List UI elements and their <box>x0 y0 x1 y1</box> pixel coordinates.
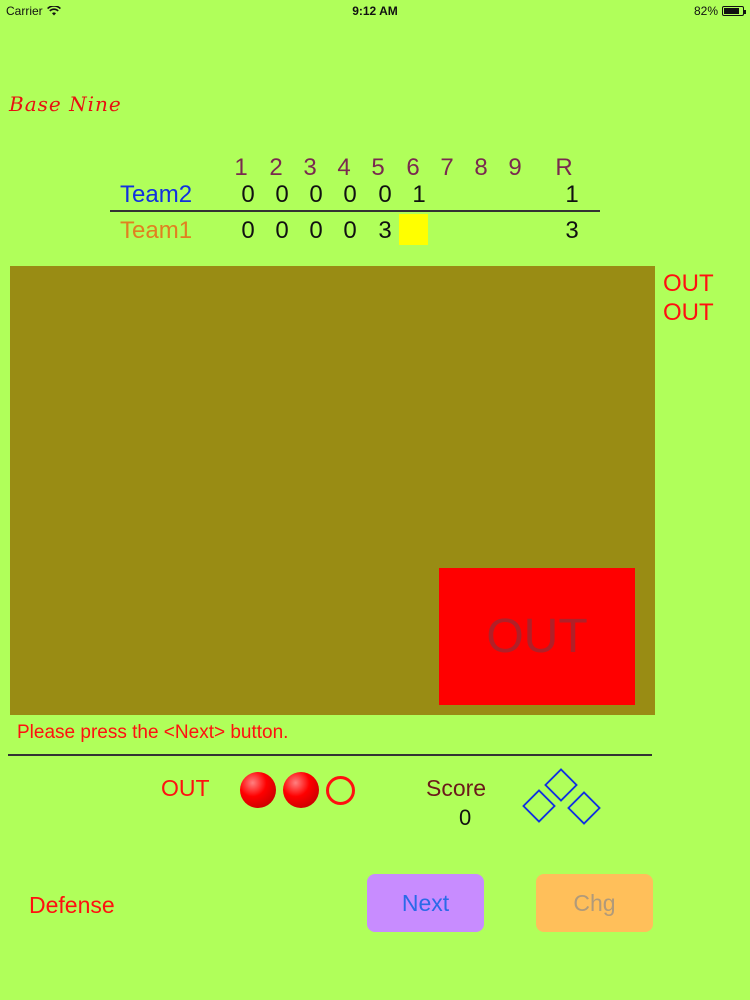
message-divider <box>8 754 652 756</box>
inning-header-1: 1 <box>234 154 248 181</box>
battery-percent: 82% <box>693 4 718 18</box>
score-cell: 0 <box>309 181 323 208</box>
mode-label: Defense <box>29 892 115 918</box>
outs-label: OUT <box>161 775 210 801</box>
score-cell: 0 <box>378 181 392 208</box>
score-cell: 0 <box>241 181 255 208</box>
inning-header-6: 6 <box>406 154 420 181</box>
score-value: 0 <box>459 805 472 830</box>
inning-header-9: 9 <box>508 154 522 181</box>
first-base-icon <box>567 791 601 825</box>
play-result-box: OUT <box>439 568 635 705</box>
bases-diamond-icon <box>522 768 601 825</box>
side-result-2: OUT <box>663 299 714 326</box>
scoreboard-divider <box>110 210 600 212</box>
chg-button[interactable]: Chg <box>536 874 653 932</box>
score-cell: 0 <box>309 217 323 244</box>
app-title: Base Nine <box>9 92 122 116</box>
next-button[interactable]: Next <box>367 874 484 932</box>
current-inning-marker <box>399 214 428 245</box>
inning-header-5: 5 <box>371 154 385 181</box>
instruction-message: Please press the <Next> button. <box>17 722 289 743</box>
score-cell: 3 <box>378 217 392 244</box>
score-cell: 0 <box>275 217 289 244</box>
out-lamp-3 <box>326 776 355 805</box>
status-battery: 82% <box>693 4 746 18</box>
score-label: Score <box>426 775 487 801</box>
inning-header-4: 4 <box>337 154 351 181</box>
inning-header-2: 2 <box>269 154 283 181</box>
battery-fill <box>724 8 739 14</box>
third-base-icon <box>522 789 556 823</box>
status-time: 9:12 AM <box>352 4 398 18</box>
score-cell: 0 <box>343 217 357 244</box>
runs-header: R <box>555 154 573 181</box>
score-cell: 1 <box>412 181 426 208</box>
score-cell: 0 <box>241 217 255 244</box>
side-result-1: OUT <box>663 270 714 297</box>
inning-header-7: 7 <box>440 154 454 181</box>
out-lamp-1 <box>240 772 276 808</box>
battery-icon <box>722 6 746 16</box>
inning-header-8: 8 <box>474 154 488 181</box>
battery-tip <box>744 10 746 14</box>
team-name-away: Team2 <box>120 181 193 208</box>
inning-header-3: 3 <box>303 154 317 181</box>
runs-total-away: 1 <box>565 181 579 208</box>
second-base-icon <box>544 768 578 802</box>
team-name-home: Team1 <box>120 217 193 244</box>
runs-total-home: 3 <box>565 217 579 244</box>
score-cell: 0 <box>275 181 289 208</box>
out-lamp-2 <box>283 772 319 808</box>
score-cell: 0 <box>343 181 357 208</box>
